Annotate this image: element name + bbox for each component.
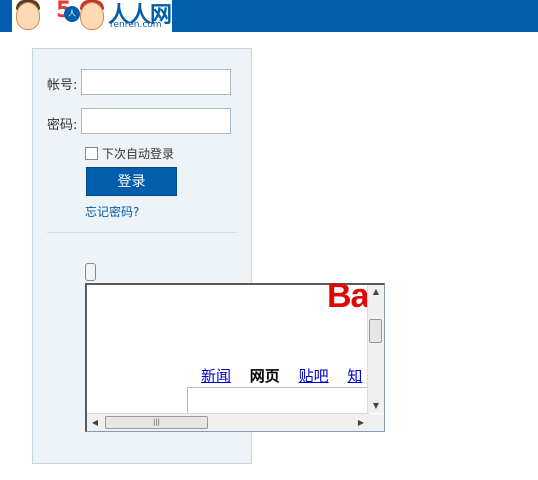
- nav-zhidao-link[interactable]: 知: [347, 367, 362, 385]
- divider: [47, 232, 237, 233]
- brand-domain: renren.com: [110, 20, 162, 30]
- remember-me-row[interactable]: 下次自动登录: [85, 145, 174, 162]
- horizontal-scrollbar[interactable]: ◀ ||| ▶: [87, 413, 369, 431]
- vertical-scroll-thumb[interactable]: [369, 319, 382, 343]
- nav-tieba-link[interactable]: 贴吧: [299, 367, 329, 385]
- remember-me-checkbox[interactable]: [85, 147, 98, 160]
- scrollbar-corner: [368, 414, 384, 431]
- small-button[interactable]: [85, 263, 96, 281]
- baidu-logo[interactable]: Ba: [327, 277, 369, 316]
- password-label: 密码:: [47, 118, 78, 133]
- scroll-down-arrow-icon[interactable]: ▼: [368, 399, 384, 413]
- login-button[interactable]: 登录: [86, 167, 177, 196]
- remember-me-label: 下次自动登录: [102, 147, 175, 161]
- horizontal-scroll-thumb[interactable]: |||: [105, 416, 208, 429]
- boy-face-icon: [16, 2, 40, 30]
- scroll-left-arrow-icon[interactable]: ◀: [87, 416, 103, 430]
- girl-face-icon: [80, 2, 104, 30]
- account-label: 帐号:: [47, 78, 78, 93]
- vertical-scrollbar[interactable]: ▲ ▼: [367, 285, 384, 413]
- baidu-nav: 新闻 网页 贴吧 知: [201, 365, 376, 386]
- scroll-up-arrow-icon[interactable]: ▲: [368, 285, 384, 299]
- logo-badge: 人: [64, 6, 80, 22]
- nav-news-link[interactable]: 新闻: [201, 367, 231, 385]
- renren-logo[interactable]: 5 人 人人网 renren.com: [12, 0, 172, 32]
- password-input[interactable]: [81, 108, 231, 134]
- top-header-bar: 5 人 人人网 renren.com: [0, 0, 538, 32]
- scroll-right-arrow-icon[interactable]: ▶: [353, 416, 369, 430]
- embedded-baidu-frame[interactable]: Ba 新闻 网页 贴吧 知 ▲ ▼ ◀ ||| ▶: [85, 277, 385, 432]
- account-input[interactable]: [81, 69, 231, 95]
- forgot-password-link[interactable]: 忘记密码?: [85, 203, 139, 220]
- nav-web-current: 网页: [249, 367, 280, 385]
